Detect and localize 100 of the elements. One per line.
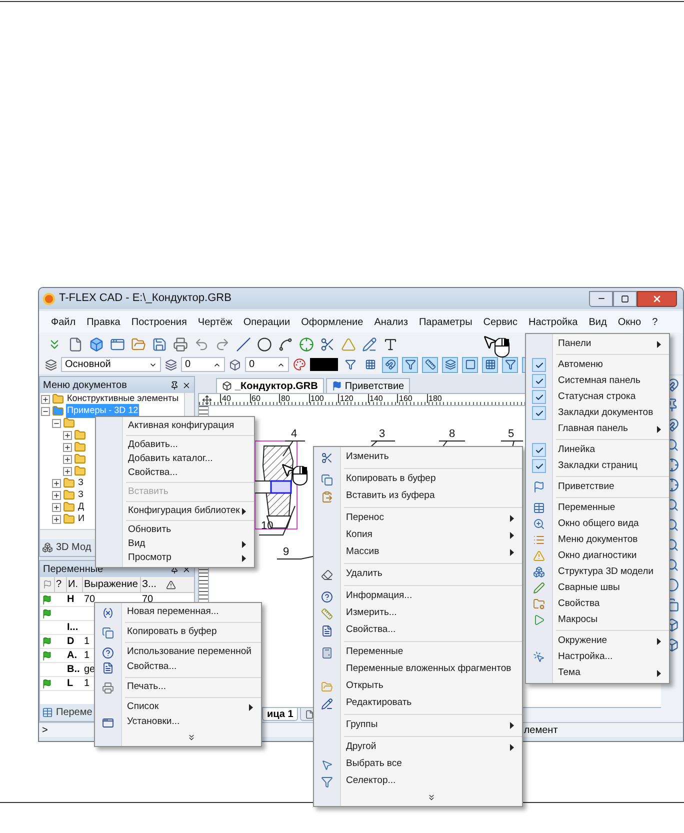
tree-item-label[interactable]: З [77, 476, 84, 490]
menu-item[interactable]: Изменить [314, 449, 522, 466]
menu-bar-item[interactable]: Настройка [528, 314, 578, 330]
menu-item[interactable]: Вид [96, 537, 254, 551]
menu-bar-item[interactable]: Построения [131, 314, 187, 330]
menu-item[interactable]: Переменные [314, 644, 522, 661]
menu-bar-item[interactable]: Анализ [374, 314, 408, 330]
color-swatch[interactable] [310, 358, 338, 371]
tree-item-label[interactable]: Д [77, 500, 86, 514]
circle-icon[interactable] [257, 336, 272, 352]
menu-item[interactable]: Закладки страниц [526, 458, 669, 474]
menu-item[interactable]: Конфигурация библиотек [96, 504, 254, 518]
expand-toggle[interactable] [52, 502, 61, 512]
tree-item-label[interactable]: И [77, 512, 86, 526]
move-icon[interactable] [202, 395, 212, 405]
menu-item[interactable]: Установки... [95, 715, 261, 730]
menu-item[interactable]: Добавить... [96, 438, 254, 452]
menu-item[interactable]: Системная панель [526, 373, 669, 389]
menu-item[interactable]: Информация... [314, 588, 522, 605]
menu-item[interactable]: Измерить... [314, 605, 522, 622]
expand-toggle[interactable] [52, 418, 61, 428]
menu-item[interactable]: Настройка... [526, 649, 669, 665]
filter-toggle[interactable] [502, 356, 518, 372]
filter-toggle[interactable] [442, 356, 458, 372]
open-folder-icon[interactable] [131, 336, 146, 352]
menu-item[interactable]: Новая переменная... [95, 605, 261, 620]
menu-item[interactable]: Линейка [526, 442, 669, 458]
menu-item[interactable]: Выбрать все [314, 756, 522, 773]
filter-toggle[interactable] [462, 356, 478, 372]
menu-item[interactable]: Добавить каталог... [96, 452, 254, 466]
spin-field[interactable]: 0 [181, 357, 225, 372]
expand-menu-icon[interactable] [186, 732, 196, 742]
expand-toggle[interactable] [52, 514, 61, 524]
expand-toggle[interactable] [63, 430, 72, 440]
menu-item[interactable]: Массив [314, 544, 522, 561]
expand-toggle[interactable] [63, 454, 72, 464]
menu-item[interactable]: Приветствие [526, 479, 669, 495]
menu-item[interactable]: Свойства [526, 596, 669, 612]
menu-bar-item[interactable]: Оформление [301, 314, 364, 330]
menu-bar-item[interactable]: Файл [51, 314, 76, 330]
menu-bar-item[interactable]: ? [652, 314, 658, 330]
menu-item[interactable]: Использование переменной [95, 645, 261, 660]
filter-toggle[interactable] [482, 356, 498, 372]
close-icon[interactable] [182, 380, 191, 390]
redo-icon[interactable] [215, 336, 230, 352]
menu-bar-item[interactable]: Операции [243, 314, 290, 330]
tree-item-label[interactable]: З [77, 488, 84, 502]
undo-icon[interactable] [194, 336, 209, 352]
menu-item[interactable]: Копировать в буфер [95, 625, 261, 640]
tree-item-label[interactable]: Конструктивные элементы [66, 393, 180, 406]
expand-menu-icon[interactable] [426, 792, 436, 802]
expand-toggle[interactable] [52, 490, 61, 500]
menu-item[interactable]: Свойства... [314, 622, 522, 639]
menu-bar-item[interactable]: Вид [588, 314, 607, 330]
menu-item[interactable]: Панели [526, 336, 669, 352]
menu-item[interactable]: Активная конфигурация [96, 419, 254, 433]
pin-icon[interactable] [170, 380, 179, 390]
menu-item[interactable]: Копия [314, 527, 522, 544]
menu-item[interactable]: Меню документов [526, 532, 669, 548]
menu-item[interactable]: Структура 3D модели [526, 564, 669, 580]
menu-bar-item[interactable]: Окно [618, 314, 642, 330]
menu-item[interactable]: Копировать в буфер [314, 471, 522, 488]
filter-toggle[interactable] [422, 356, 438, 372]
menu-item[interactable]: Редактировать [314, 695, 522, 712]
menu-bar-item[interactable]: Чертёж [198, 314, 232, 330]
menu-item[interactable]: Сварные швы [526, 580, 669, 596]
menu-bar-item[interactable]: Правка [86, 314, 120, 330]
menu-item[interactable]: Удалить [314, 566, 522, 583]
menu-item[interactable]: Вставить из буфера [314, 488, 522, 505]
menu-item[interactable]: Свойства... [95, 660, 261, 675]
expand-toggle[interactable] [41, 406, 50, 416]
menu-bar-item[interactable]: Сервис [483, 314, 518, 330]
panel-tab[interactable]: 3D Мод [56, 540, 92, 555]
menu-item[interactable]: Группы [314, 717, 522, 734]
menu-item[interactable]: Селектор... [314, 773, 522, 790]
menu-item[interactable]: Печать... [95, 680, 261, 695]
menu-bar-item[interactable]: Параметры [418, 314, 472, 330]
expand-toggle[interactable] [63, 442, 72, 452]
maximize-button[interactable] [613, 290, 637, 306]
expand-toggle[interactable] [52, 478, 61, 488]
new-file-icon[interactable] [68, 336, 83, 352]
curve-icon[interactable] [278, 336, 293, 352]
menu-item[interactable]: Окно диагностики [526, 548, 669, 564]
column-header[interactable]: ? [54, 577, 66, 592]
window-icon[interactable] [110, 336, 125, 352]
menu-item[interactable]: Статусная строка [526, 389, 669, 405]
menu-item[interactable]: Тема [526, 665, 669, 681]
menu-item[interactable]: Окно общего вида [526, 516, 669, 532]
save-icon[interactable] [152, 336, 167, 352]
menu-item[interactable]: Список [95, 700, 261, 715]
document-tab[interactable]: Приветствие [326, 378, 410, 393]
document-tab[interactable]: _Кондуктор.GRB [216, 378, 324, 393]
point-icon[interactable] [299, 336, 314, 352]
menu-item[interactable]: Другой [314, 739, 522, 756]
menu-item[interactable]: Обновить [96, 523, 254, 537]
menu-item[interactable]: Автоменю [526, 357, 669, 373]
layer-dropdown[interactable]: Основной [61, 357, 161, 372]
cube-icon[interactable] [89, 336, 104, 352]
expand-toggle[interactable] [41, 394, 50, 404]
text-tool-icon[interactable] [383, 336, 398, 352]
